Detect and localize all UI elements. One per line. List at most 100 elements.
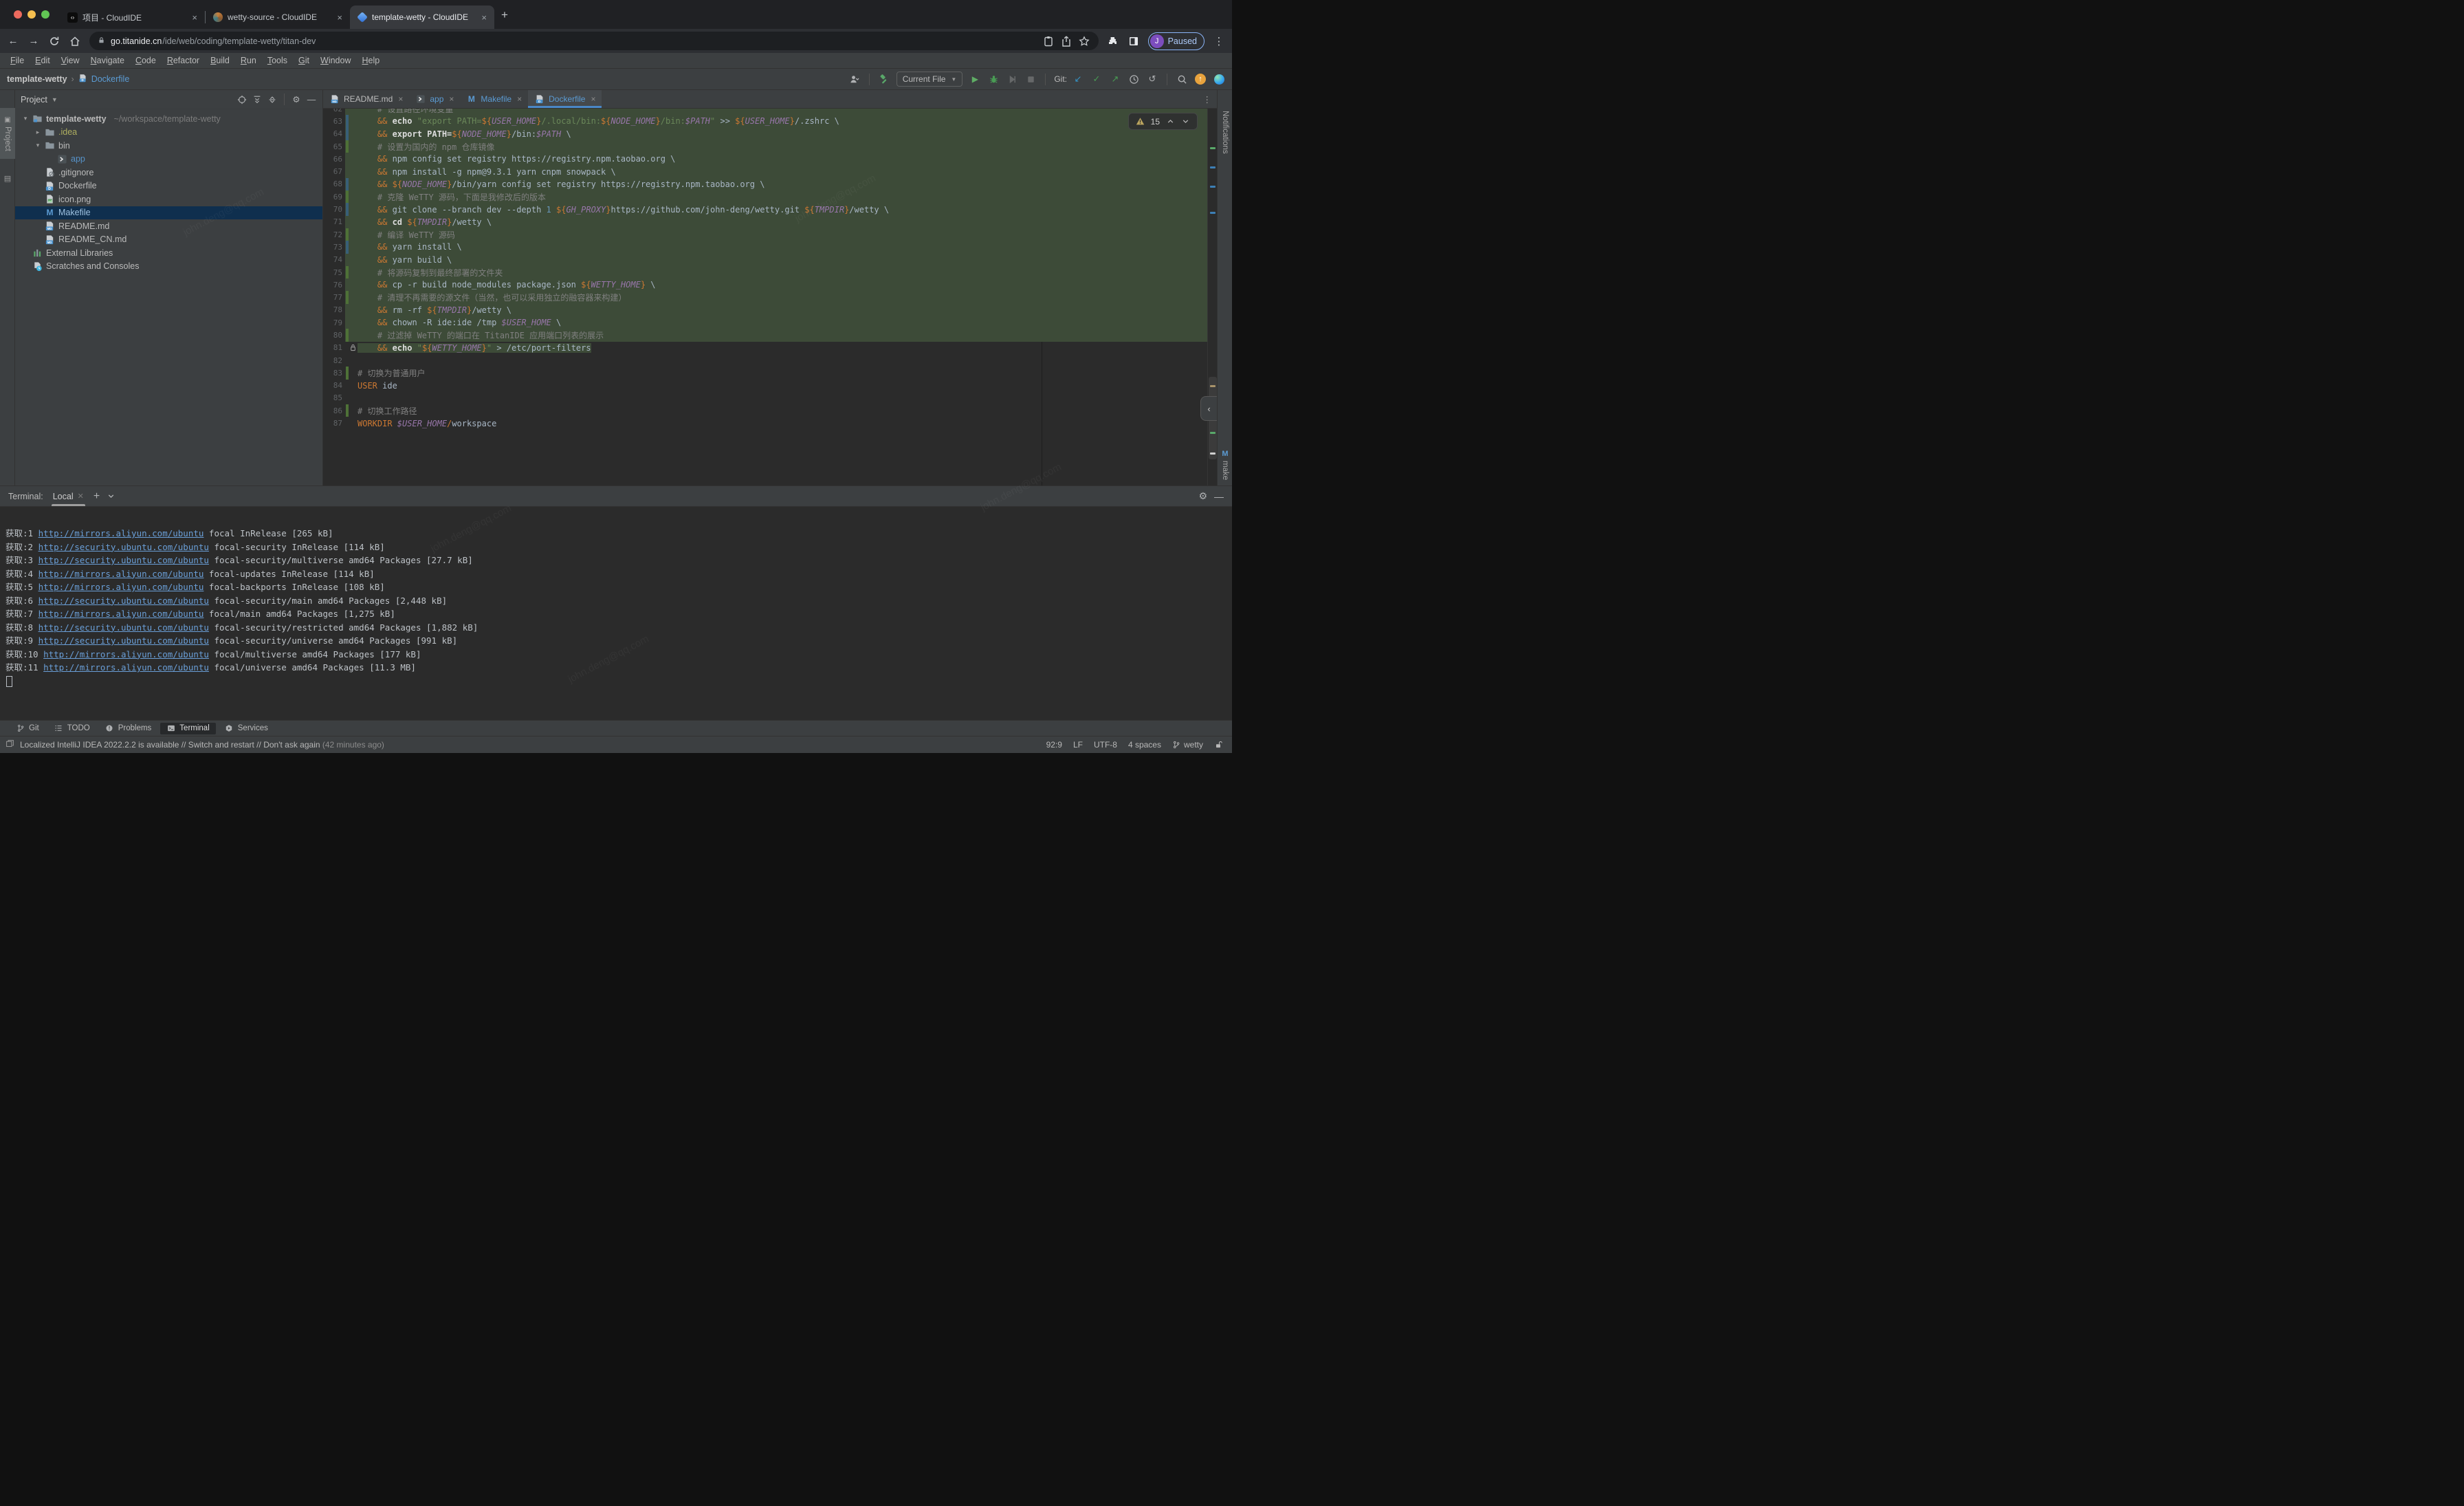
hidden-tabs-icon[interactable]: ⋮ — [1198, 90, 1218, 108]
close-icon[interactable]: ✕ — [78, 492, 84, 501]
editor-tab-app[interactable]: app× — [409, 90, 460, 108]
tool-stripe-make[interactable]: M make — [1218, 450, 1232, 480]
code-line-84[interactable]: 84USER ide — [323, 380, 1207, 392]
code-line-71[interactable]: 71 && cd ${TMPDIR}/wetty \ — [323, 216, 1207, 228]
terminal-link[interactable]: http://security.ubuntu.com/ubuntu — [38, 622, 209, 633]
lock-icon[interactable] — [98, 36, 105, 47]
editor-tab-readme.md[interactable]: MDREADME.md× — [323, 90, 409, 108]
terminal-link[interactable]: http://mirrors.aliyun.com/ubuntu — [38, 582, 204, 592]
menu-git[interactable]: Git — [294, 54, 314, 67]
build-hammer-icon[interactable] — [878, 73, 890, 85]
terminal-output[interactable]: 获取:1 http://mirrors.aliyun.com/ubuntu fo… — [0, 507, 1232, 720]
terminal-link[interactable]: http://mirrors.aliyun.com/ubuntu — [38, 528, 204, 538]
commit-stripe-icon[interactable]: ▤ — [0, 174, 15, 183]
tree-item-readme.md[interactable]: MDREADME.md — [15, 219, 322, 233]
home-icon[interactable] — [69, 35, 81, 47]
code-line-77[interactable]: 77 # 清理不再需要的源文件（当然，也可以采用独立的融容器来构建） — [323, 291, 1207, 303]
breadcrumb-project[interactable]: template-wetty — [7, 74, 67, 84]
code-line-86[interactable]: 86# 切换工作路径 — [323, 404, 1207, 417]
code-line-80[interactable]: 80 # 过滤掉 WeTTY 的端口在 TitanIDE 应用端口列表的展示 — [323, 329, 1207, 341]
chevron-down-icon[interactable]: ▼ — [52, 96, 58, 103]
code-line-72[interactable]: 72 # 编译 WeTTY 源码 — [323, 228, 1207, 241]
menu-code[interactable]: Code — [131, 54, 161, 67]
stop-icon[interactable] — [1024, 73, 1037, 85]
run-configuration-select[interactable]: Current File ▼ — [896, 72, 963, 87]
code-line-79[interactable]: 79 && chown -R ide:ide /tmp $USER_HOME \ — [323, 316, 1207, 329]
terminal-link[interactable]: http://security.ubuntu.com/ubuntu — [38, 596, 209, 606]
run-with-coverage-icon[interactable] — [1006, 73, 1018, 85]
tree-item-bin[interactable]: ▾bin — [15, 139, 322, 153]
next-warning-icon[interactable] — [1181, 117, 1190, 126]
menu-run[interactable]: Run — [236, 54, 261, 67]
menu-file[interactable]: File — [6, 54, 29, 67]
menu-edit[interactable]: Edit — [30, 54, 55, 67]
maximize-window-icon[interactable] — [41, 10, 50, 19]
menu-build[interactable]: Build — [206, 54, 234, 67]
extensions-puzzle-icon[interactable] — [1107, 35, 1119, 47]
code-line-87[interactable]: 87WORKDIR $USER_HOME/workspace — [323, 417, 1207, 429]
tree-item-.idea[interactable]: ▸.idea — [15, 126, 322, 140]
debug-bug-icon[interactable] — [987, 73, 1000, 85]
terminal-settings-gear-icon[interactable]: ⚙ — [1198, 490, 1207, 502]
terminal-link[interactable]: http://mirrors.aliyun.com/ubuntu — [38, 609, 204, 619]
chevron-down-icon[interactable] — [107, 492, 116, 501]
code-line-68[interactable]: 68 && ${NODE_HOME}/bin/yarn config set r… — [323, 178, 1207, 190]
toolwindow-terminal[interactable]: Terminal — [160, 723, 215, 734]
reload-icon[interactable] — [48, 35, 60, 47]
toolwindow-problems[interactable]: Problems — [99, 723, 158, 734]
clipboard-icon[interactable] — [1042, 35, 1055, 47]
code-line-74[interactable]: 74 && yarn build \ — [323, 254, 1207, 266]
code-line-67[interactable]: 67 && npm install -g npm@9.3.1 yarn cnpm… — [323, 165, 1207, 177]
minimize-panel-icon[interactable]: — — [1214, 491, 1224, 502]
close-tab-icon[interactable]: × — [479, 12, 489, 23]
toolwindow-git[interactable]: Git — [10, 723, 45, 734]
code-line-63[interactable]: 63 && echo "export PATH=${USER_HOME}/.lo… — [323, 115, 1207, 127]
prev-warning-icon[interactable] — [1166, 117, 1175, 126]
collapse-all-icon[interactable] — [267, 94, 278, 105]
code-line-75[interactable]: 75 # 将源码复制到最终部署的文件夹 — [323, 266, 1207, 279]
forward-icon[interactable]: → — [28, 35, 40, 47]
history-clock-icon[interactable] — [1128, 73, 1140, 85]
expand-all-icon[interactable] — [252, 94, 263, 105]
ide-update-icon[interactable]: ↑ — [1194, 73, 1207, 85]
git-push-icon[interactable]: ↗ — [1109, 73, 1121, 85]
git-update-icon[interactable]: ↙ — [1072, 73, 1084, 85]
code-line-69[interactable]: 69 # 克隆 WeTTY 源码，下面是我修改后的版本 — [323, 190, 1207, 203]
url-bar[interactable]: go.titanide.cn/ide/web/coding/template-w… — [89, 32, 1099, 50]
bookmark-star-icon[interactable] — [1078, 35, 1090, 47]
window-controls[interactable] — [14, 10, 50, 19]
code-line-85[interactable]: 85 — [323, 392, 1207, 404]
share-icon[interactable] — [1060, 35, 1072, 47]
code-line-66[interactable]: 66 && npm config set registry https://re… — [323, 153, 1207, 165]
menu-navigate[interactable]: Navigate — [86, 54, 129, 67]
close-window-icon[interactable] — [14, 10, 22, 19]
unlock-icon[interactable] — [1214, 741, 1222, 749]
close-tab-icon[interactable]: × — [190, 12, 199, 23]
code-line-73[interactable]: 73 && yarn install \ — [323, 241, 1207, 253]
editor-scrollbar[interactable] — [1207, 109, 1217, 485]
chevron-expanded-icon[interactable]: ▾ — [34, 142, 41, 149]
browser-tab[interactable]: template-wetty - CloudIDE× — [350, 6, 494, 29]
status-stack-icon[interactable] — [6, 739, 14, 750]
profile-settings-icon[interactable] — [848, 73, 861, 85]
browser-menu-icon[interactable]: ⋮ — [1213, 35, 1225, 47]
profile-chip[interactable]: J Paused — [1148, 32, 1204, 50]
code-line-64[interactable]: 64 && export PATH=${NODE_HOME}/bin:$PATH… — [323, 128, 1207, 140]
browser-tab[interactable]: ‹›项目 - CloudIDE× — [60, 6, 205, 29]
tree-item-.gitignore[interactable]: .gitignore — [15, 166, 322, 179]
toolwindow-todo[interactable]: TODO — [48, 723, 96, 734]
indent-setting[interactable]: 4 spaces — [1128, 740, 1161, 750]
toolwindow-services[interactable]: Services — [219, 723, 274, 734]
tree-item-app[interactable]: app — [15, 153, 322, 166]
menu-tools[interactable]: Tools — [263, 54, 292, 67]
status-message[interactable]: Localized IntelliJ IDEA 2022.2.2 is avai… — [20, 740, 384, 750]
close-tab-icon[interactable]: × — [591, 94, 595, 104]
code-line-82[interactable]: 82 — [323, 354, 1207, 367]
terminal-link[interactable]: http://security.ubuntu.com/ubuntu — [38, 635, 209, 646]
close-tab-icon[interactable]: × — [517, 94, 522, 104]
locate-file-icon[interactable] — [236, 94, 248, 105]
new-terminal-icon[interactable]: + — [94, 490, 100, 503]
browser-tab[interactable]: wetty-source - CloudIDE× — [206, 6, 350, 29]
code-line-62[interactable]: 62 # 设置路径环境变量 — [323, 109, 1207, 115]
code-line-81[interactable]: 81 && echo "${WETTY_HOME}" > /etc/port-f… — [323, 342, 1207, 354]
